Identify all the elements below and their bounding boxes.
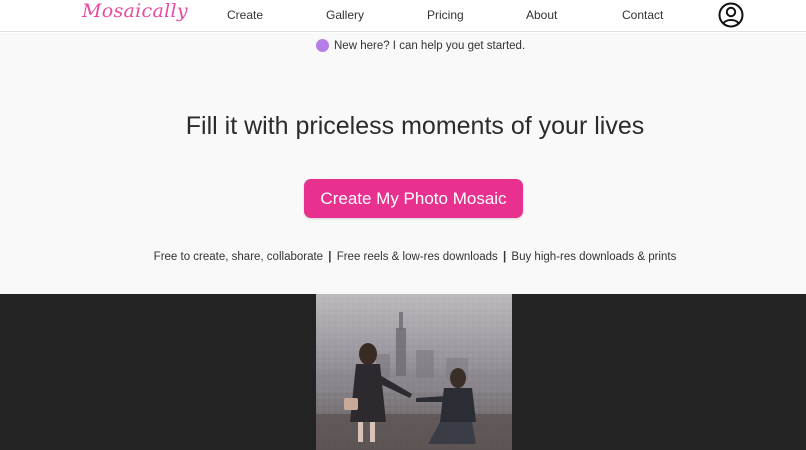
helper-text: New here? I can help you get started. <box>334 39 526 52</box>
nav-link-about[interactable]: About <box>526 8 557 22</box>
photo-mosaic-image <box>316 294 512 450</box>
benefit-free-reels: Free reels & low-res downloads <box>336 251 498 263</box>
assistant-dot-icon <box>316 39 329 52</box>
benefit-buy-prints: Buy high-res downloads & prints <box>511 251 677 263</box>
benefit-free-create: Free to create, share, collaborate <box>153 251 324 263</box>
benefit-separator: | <box>328 251 332 263</box>
nav-link-create[interactable]: Create <box>227 8 263 22</box>
hero-section: New here? I can help you get started. Fi… <box>0 33 806 294</box>
brand-logo[interactable]: Mosaically <box>82 0 188 22</box>
top-navbar: Mosaically Create Gallery Pricing About … <box>0 0 806 32</box>
mosaic-scene <box>316 312 512 450</box>
benefit-separator: | <box>502 251 507 263</box>
user-circle-icon[interactable] <box>718 2 744 28</box>
nav-link-gallery[interactable]: Gallery <box>326 8 364 22</box>
create-mosaic-button[interactable]: Create My Photo Mosaic <box>304 179 523 218</box>
mosaic-showcase <box>0 294 806 450</box>
onboarding-helper[interactable]: New here? I can help you get started. <box>316 39 525 52</box>
nav-link-pricing[interactable]: Pricing <box>427 8 464 22</box>
benefits-line: Free to create, share, collaborate | Fre… <box>0 251 806 263</box>
hero-headline: Fill it with priceless moments of your l… <box>185 112 645 140</box>
nav-link-contact[interactable]: Contact <box>622 8 663 22</box>
